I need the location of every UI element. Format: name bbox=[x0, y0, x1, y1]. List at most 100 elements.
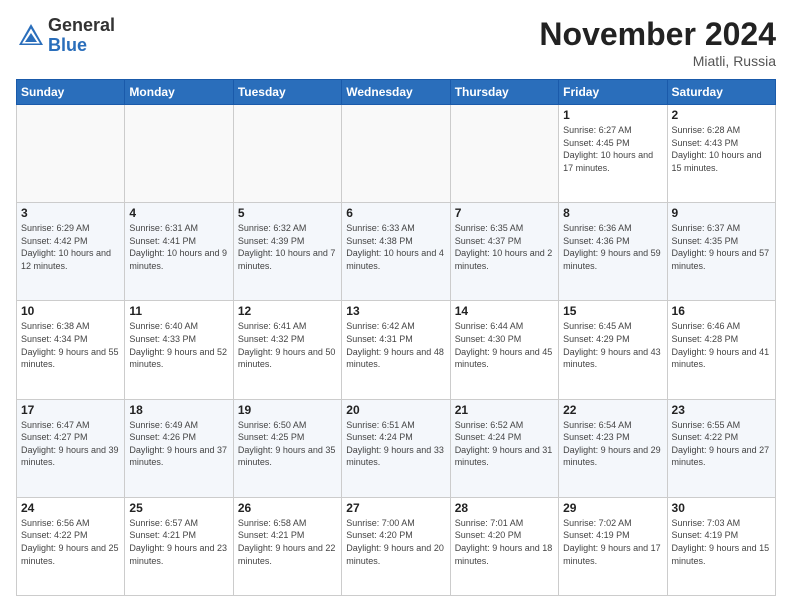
day-number: 23 bbox=[672, 403, 771, 417]
calendar-day-cell: 27 Sunrise: 7:00 AM Sunset: 4:20 PM Dayli… bbox=[342, 497, 450, 595]
day-number: 19 bbox=[238, 403, 337, 417]
calendar-day-cell: 17 Sunrise: 6:47 AM Sunset: 4:27 PM Dayli… bbox=[17, 399, 125, 497]
calendar-day-cell bbox=[450, 105, 558, 203]
day-info: Sunrise: 6:40 AM Sunset: 4:33 PM Dayligh… bbox=[129, 320, 228, 370]
calendar-day-cell: 28Sunrise: 7:01 AM Sunset: 4:20 PM Dayli… bbox=[450, 497, 558, 595]
day-info: Sunrise: 7:02 AM Sunset: 4:19 PM Dayligh… bbox=[563, 517, 662, 567]
day-number: 12 bbox=[238, 304, 337, 318]
day-number: 3 bbox=[21, 206, 120, 220]
calendar-day-cell: 18 Sunrise: 6:49 AM Sunset: 4:26 PM Dayli… bbox=[125, 399, 233, 497]
day-of-week-header: Sunday bbox=[17, 80, 125, 105]
location-subtitle: Miatli, Russia bbox=[539, 53, 776, 69]
day-number: 6 bbox=[346, 206, 445, 220]
day-number: 29 bbox=[563, 501, 662, 515]
day-info: Sunrise: 6:33 AM Sunset: 4:38 PM Dayligh… bbox=[346, 222, 445, 272]
day-number: 27 bbox=[346, 501, 445, 515]
calendar-day-cell: 2 Sunrise: 6:28 AM Sunset: 4:43 PM Daylig… bbox=[667, 105, 775, 203]
day-number: 25 bbox=[129, 501, 228, 515]
calendar-table: SundayMondayTuesdayWednesdayThursdayFrid… bbox=[16, 79, 776, 596]
calendar-day-cell: 30 Sunrise: 7:03 AM Sunset: 4:19 PM Dayli… bbox=[667, 497, 775, 595]
day-info: Sunrise: 6:35 AM Sunset: 4:37 PM Dayligh… bbox=[455, 222, 554, 272]
calendar-day-cell: 1 Sunrise: 6:27 AM Sunset: 4:45 PM Daylig… bbox=[559, 105, 667, 203]
day-of-week-header: Thursday bbox=[450, 80, 558, 105]
day-number: 10 bbox=[21, 304, 120, 318]
day-number: 8 bbox=[563, 206, 662, 220]
day-info: Sunrise: 6:32 AM Sunset: 4:39 PM Dayligh… bbox=[238, 222, 337, 272]
day-info: Sunrise: 6:45 AM Sunset: 4:29 PM Dayligh… bbox=[563, 320, 662, 370]
logo: General Blue bbox=[16, 16, 115, 56]
calendar-day-cell bbox=[17, 105, 125, 203]
day-number: 11 bbox=[129, 304, 228, 318]
calendar-header-row: SundayMondayTuesdayWednesdayThursdayFrid… bbox=[17, 80, 776, 105]
day-number: 9 bbox=[672, 206, 771, 220]
day-info: Sunrise: 6:27 AM Sunset: 4:45 PM Dayligh… bbox=[563, 124, 662, 174]
page: General Blue November 2024 Miatli, Russi… bbox=[0, 0, 792, 612]
day-info: Sunrise: 7:01 AM Sunset: 4:20 PM Dayligh… bbox=[455, 517, 554, 567]
day-of-week-header: Saturday bbox=[667, 80, 775, 105]
day-number: 16 bbox=[672, 304, 771, 318]
day-number: 20 bbox=[346, 403, 445, 417]
calendar-day-cell: 12 Sunrise: 6:41 AM Sunset: 4:32 PM Dayli… bbox=[233, 301, 341, 399]
calendar-week-row: 3Sunrise: 6:29 AM Sunset: 4:42 PM Daylig… bbox=[17, 203, 776, 301]
calendar-day-cell: 9 Sunrise: 6:37 AM Sunset: 4:35 PM Daylig… bbox=[667, 203, 775, 301]
day-number: 30 bbox=[672, 501, 771, 515]
calendar-day-cell bbox=[125, 105, 233, 203]
day-number: 14 bbox=[455, 304, 554, 318]
day-number: 17 bbox=[21, 403, 120, 417]
calendar-week-row: 17 Sunrise: 6:47 AM Sunset: 4:27 PM Dayli… bbox=[17, 399, 776, 497]
day-info: Sunrise: 6:47 AM Sunset: 4:27 PM Dayligh… bbox=[21, 419, 120, 469]
day-number: 2 bbox=[672, 108, 771, 122]
day-of-week-header: Monday bbox=[125, 80, 233, 105]
calendar-day-cell bbox=[342, 105, 450, 203]
month-title: November 2024 bbox=[539, 16, 776, 53]
day-info: Sunrise: 6:54 AM Sunset: 4:23 PM Dayligh… bbox=[563, 419, 662, 469]
day-info: Sunrise: 6:51 AM Sunset: 4:24 PM Dayligh… bbox=[346, 419, 445, 469]
header: General Blue November 2024 Miatli, Russi… bbox=[16, 16, 776, 69]
calendar-day-cell: 11 Sunrise: 6:40 AM Sunset: 4:33 PM Dayli… bbox=[125, 301, 233, 399]
day-number: 7 bbox=[455, 206, 554, 220]
calendar-day-cell: 4Sunrise: 6:31 AM Sunset: 4:41 PM Daylig… bbox=[125, 203, 233, 301]
day-number: 1 bbox=[563, 108, 662, 122]
day-info: Sunrise: 6:52 AM Sunset: 4:24 PM Dayligh… bbox=[455, 419, 554, 469]
day-info: Sunrise: 6:37 AM Sunset: 4:35 PM Dayligh… bbox=[672, 222, 771, 272]
title-block: November 2024 Miatli, Russia bbox=[539, 16, 776, 69]
day-info: Sunrise: 6:41 AM Sunset: 4:32 PM Dayligh… bbox=[238, 320, 337, 370]
calendar-day-cell: 15 Sunrise: 6:45 AM Sunset: 4:29 PM Dayli… bbox=[559, 301, 667, 399]
day-number: 22 bbox=[563, 403, 662, 417]
calendar-week-row: 1 Sunrise: 6:27 AM Sunset: 4:45 PM Daylig… bbox=[17, 105, 776, 203]
day-info: Sunrise: 7:00 AM Sunset: 4:20 PM Dayligh… bbox=[346, 517, 445, 567]
day-number: 4 bbox=[129, 206, 228, 220]
calendar-day-cell: 16 Sunrise: 6:46 AM Sunset: 4:28 PM Dayli… bbox=[667, 301, 775, 399]
day-number: 13 bbox=[346, 304, 445, 318]
calendar-day-cell: 13 Sunrise: 6:42 AM Sunset: 4:31 PM Dayli… bbox=[342, 301, 450, 399]
day-info: Sunrise: 6:49 AM Sunset: 4:26 PM Dayligh… bbox=[129, 419, 228, 469]
day-info: Sunrise: 6:56 AM Sunset: 4:22 PM Dayligh… bbox=[21, 517, 120, 567]
calendar-day-cell: 8Sunrise: 6:36 AM Sunset: 4:36 PM Daylig… bbox=[559, 203, 667, 301]
day-number: 15 bbox=[563, 304, 662, 318]
day-info: Sunrise: 7:03 AM Sunset: 4:19 PM Dayligh… bbox=[672, 517, 771, 567]
day-info: Sunrise: 6:28 AM Sunset: 4:43 PM Dayligh… bbox=[672, 124, 771, 174]
logo-general-text: General bbox=[48, 16, 115, 36]
day-number: 5 bbox=[238, 206, 337, 220]
calendar-day-cell: 25 Sunrise: 6:57 AM Sunset: 4:21 PM Dayli… bbox=[125, 497, 233, 595]
calendar-week-row: 10Sunrise: 6:38 AM Sunset: 4:34 PM Dayli… bbox=[17, 301, 776, 399]
day-of-week-header: Wednesday bbox=[342, 80, 450, 105]
logo-blue-text: Blue bbox=[48, 36, 115, 56]
logo-icon bbox=[16, 21, 46, 51]
day-of-week-header: Friday bbox=[559, 80, 667, 105]
calendar-day-cell: 21Sunrise: 6:52 AM Sunset: 4:24 PM Dayli… bbox=[450, 399, 558, 497]
day-info: Sunrise: 6:58 AM Sunset: 4:21 PM Dayligh… bbox=[238, 517, 337, 567]
day-of-week-header: Tuesday bbox=[233, 80, 341, 105]
calendar-week-row: 24 Sunrise: 6:56 AM Sunset: 4:22 PM Dayli… bbox=[17, 497, 776, 595]
calendar-day-cell bbox=[233, 105, 341, 203]
day-info: Sunrise: 6:57 AM Sunset: 4:21 PM Dayligh… bbox=[129, 517, 228, 567]
calendar-day-cell: 20 Sunrise: 6:51 AM Sunset: 4:24 PM Dayli… bbox=[342, 399, 450, 497]
calendar-day-cell: 6 Sunrise: 6:33 AM Sunset: 4:38 PM Daylig… bbox=[342, 203, 450, 301]
day-number: 24 bbox=[21, 501, 120, 515]
calendar-day-cell: 7 Sunrise: 6:35 AM Sunset: 4:37 PM Daylig… bbox=[450, 203, 558, 301]
day-info: Sunrise: 6:42 AM Sunset: 4:31 PM Dayligh… bbox=[346, 320, 445, 370]
day-info: Sunrise: 6:46 AM Sunset: 4:28 PM Dayligh… bbox=[672, 320, 771, 370]
calendar-day-cell: 14Sunrise: 6:44 AM Sunset: 4:30 PM Dayli… bbox=[450, 301, 558, 399]
calendar-day-cell: 22 Sunrise: 6:54 AM Sunset: 4:23 PM Dayli… bbox=[559, 399, 667, 497]
day-number: 18 bbox=[129, 403, 228, 417]
